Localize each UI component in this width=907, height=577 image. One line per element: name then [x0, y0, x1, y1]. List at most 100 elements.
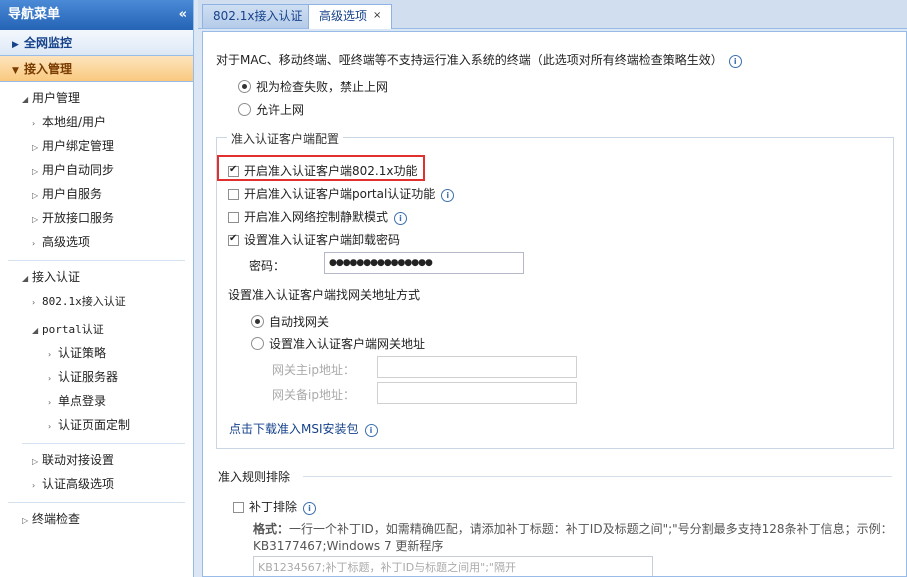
gateway-title: 设置准入认证客户端找网关地址方式 — [228, 288, 421, 302]
checkbox-label: 开启准入网络控制静默模式 — [244, 210, 389, 224]
content-area: 对于MAC、移动终端、哑终端等不支持运行准入系统的终端（此选项对所有终端检查策略… — [202, 31, 907, 577]
password-field[interactable]: ●●●●●●●●●●●●●●● — [324, 252, 524, 274]
checkbox[interactable] — [233, 502, 244, 513]
checkbox[interactable] — [228, 189, 239, 200]
tree-item-auth-server[interactable]: › 认证服务器 — [0, 365, 193, 389]
tree-item-advanced[interactable]: › 高级选项 — [0, 230, 193, 254]
format-label: 格式： — [253, 522, 290, 536]
format-example: KB3177467;Windows 7 更新程序 — [253, 539, 444, 553]
format-text: 一行一个补丁ID，如需精确匹配，请添加补丁标题：补丁ID及标题之间";"号分割最… — [289, 522, 893, 536]
sidebar-tree: ◢ 用户管理 › 本地组/用户 ▷ 用户绑定管理 ▷ 用户自动同步 ▷ 用户自服务 ▷ 开放… — [0, 82, 193, 531]
sidebar-section-label: 全网监控 — [24, 36, 73, 50]
radio-auto-gateway[interactable]: 自动找网关 — [251, 313, 329, 330]
divider — [8, 260, 185, 261]
info-icon[interactable]: i — [394, 212, 408, 225]
tree-arrow-icon: › — [48, 422, 52, 431]
divider — [22, 443, 185, 444]
radio-button[interactable] — [251, 315, 264, 328]
tree-label: 接入认证 — [32, 270, 81, 284]
tree-item-auth-advanced[interactable]: › 认证高级选项 — [0, 472, 193, 496]
chevron-down-icon: ▼ — [12, 66, 19, 76]
info-icon[interactable]: i — [728, 55, 742, 68]
collapsed-icon: ▷ — [32, 215, 39, 224]
radio-label: 视为检查失败，禁止上网 — [256, 80, 389, 94]
sidebar: 导航菜单 « ▶ 全网监控 ▼ 接入管理 ◢ 用户管理 › 本地组/用户 ▷ 用户绑定管理… — [0, 0, 194, 577]
tree-label: 认证策略 — [58, 346, 107, 360]
tree-arrow-icon: › — [32, 239, 36, 248]
close-icon[interactable]: × — [373, 10, 381, 21]
collapsed-icon: ▷ — [32, 167, 39, 176]
expanded-icon: ◢ — [22, 95, 29, 104]
checkbox-uninstall-password[interactable]: 设置准入认证客户端卸载密码 — [228, 231, 400, 248]
sidebar-header: 导航菜单 « — [0, 0, 193, 30]
tree-arrow-icon: › — [32, 119, 36, 128]
tree-arrow-icon: › — [32, 298, 36, 307]
checkbox[interactable] — [228, 164, 239, 177]
info-icon[interactable]: i — [441, 189, 455, 202]
tree-label: 用户绑定管理 — [42, 139, 115, 153]
info-icon[interactable]: i — [364, 424, 378, 437]
radio-button[interactable] — [251, 337, 264, 350]
tree-label: 认证高级选项 — [42, 477, 115, 491]
tree-node-portal[interactable]: ◢ portal认证 — [0, 317, 193, 341]
tree-item-open-api[interactable]: ▷ 开放接口服务 — [0, 206, 193, 230]
tree-item-binding[interactable]: ▷ 用户绑定管理 — [0, 134, 193, 158]
tree-item-dot1x[interactable]: › 802.1x接入认证 — [0, 289, 193, 313]
radio-allow[interactable]: 允许上网 — [238, 101, 304, 118]
gw-backup-input[interactable] — [377, 382, 577, 404]
sidebar-section-label: 接入管理 — [24, 62, 73, 76]
divider — [8, 502, 185, 503]
tree-node-user-mgmt[interactable]: ◢ 用户管理 — [0, 86, 193, 110]
sidebar-section-monitor[interactable]: ▶ 全网监控 — [0, 30, 193, 56]
patch-textarea[interactable]: KB1234567;补丁标题，补丁ID与标题之间用";"隔开 — [253, 556, 653, 576]
checkbox-label: 开启准入认证客户端802.1x功能 — [244, 164, 418, 178]
tree-item-self-service[interactable]: ▷ 用户自服务 — [0, 182, 193, 206]
radio-label: 允许上网 — [256, 103, 305, 117]
tree-item-sync[interactable]: ▷ 用户自动同步 — [0, 158, 193, 182]
password-label: 密码： — [249, 259, 286, 273]
tab-dot1x[interactable]: 802.1x接入认证 — [202, 4, 314, 28]
tree-item-linkage[interactable]: ▷ 联动对接设置 — [0, 448, 193, 472]
tree-label: 本地组/用户 — [42, 115, 107, 129]
radio-button[interactable] — [238, 80, 251, 93]
collapsed-icon: ▷ — [32, 457, 39, 466]
tree-item-auth-policy[interactable]: › 认证策略 — [0, 341, 193, 365]
msi-download[interactable]: 点击下载准入MSI安装包 i — [229, 420, 378, 437]
checkbox-label: 补丁排除 — [249, 500, 298, 514]
expanded-icon: ◢ — [22, 274, 29, 283]
collapsed-icon: ▷ — [32, 143, 39, 152]
main-panel: 802.1x接入认证 高级选项 × 对于MAC、移动终端、哑终端等不支持运行准入系… — [198, 0, 907, 577]
checkbox-8021x[interactable]: 开启准入认证客户端802.1x功能 — [228, 162, 417, 179]
msi-download-link[interactable]: 点击下载准入MSI安装包 — [229, 422, 359, 436]
format-hint: 格式：一行一个补丁ID，如需精确匹配，请添加补丁标题：补丁ID及标题之间";"号… — [253, 520, 893, 537]
checkbox-portal[interactable]: 开启准入认证客户端portal认证功能 i — [228, 185, 455, 202]
tree-label: 用户管理 — [32, 91, 81, 105]
tree-item-local-users[interactable]: › 本地组/用户 — [0, 110, 193, 134]
tab-advanced[interactable]: 高级选项 × — [308, 4, 393, 29]
tree-item-page-custom[interactable]: › 认证页面定制 — [0, 413, 193, 437]
info-icon[interactable]: i — [303, 502, 317, 515]
radio-set-gateway[interactable]: 设置准入认证客户端网关地址 — [251, 335, 425, 352]
collapse-icon[interactable]: « — [179, 0, 187, 30]
tree-node-auth[interactable]: ◢ 接入认证 — [0, 265, 193, 289]
tree-label: 开放接口服务 — [42, 211, 115, 225]
checkbox[interactable] — [228, 212, 239, 223]
divider — [303, 476, 892, 477]
checkbox-patch[interactable]: 补丁排除 i — [233, 498, 317, 515]
radio-fail[interactable]: 视为检查失败，禁止上网 — [238, 78, 388, 95]
tree-label: 终端检查 — [32, 512, 81, 526]
tree-label: 802.1x接入认证 — [42, 295, 126, 308]
tree-item-sso[interactable]: › 单点登录 — [0, 389, 193, 413]
tree-node-terminal[interactable]: ▷ 终端检查 — [0, 507, 193, 531]
gw-primary-input[interactable] — [377, 356, 577, 378]
checkbox-label: 开启准入认证客户端portal认证功能 — [244, 187, 436, 201]
sidebar-section-access[interactable]: ▼ 接入管理 — [0, 56, 193, 82]
tree-arrow-icon: › — [32, 481, 36, 490]
checkbox[interactable] — [228, 233, 239, 246]
radio-button[interactable] — [238, 103, 251, 116]
tree-arrow-icon: › — [48, 350, 52, 359]
intro-text: 对于MAC、移动终端、哑终端等不支持运行准入系统的终端（此选项对所有终端检查策略… — [216, 51, 742, 68]
collapsed-icon: ▷ — [22, 516, 29, 525]
checkbox-silent[interactable]: 开启准入网络控制静默模式 i — [228, 208, 408, 225]
checkbox-label: 设置准入认证客户端卸载密码 — [244, 233, 401, 247]
